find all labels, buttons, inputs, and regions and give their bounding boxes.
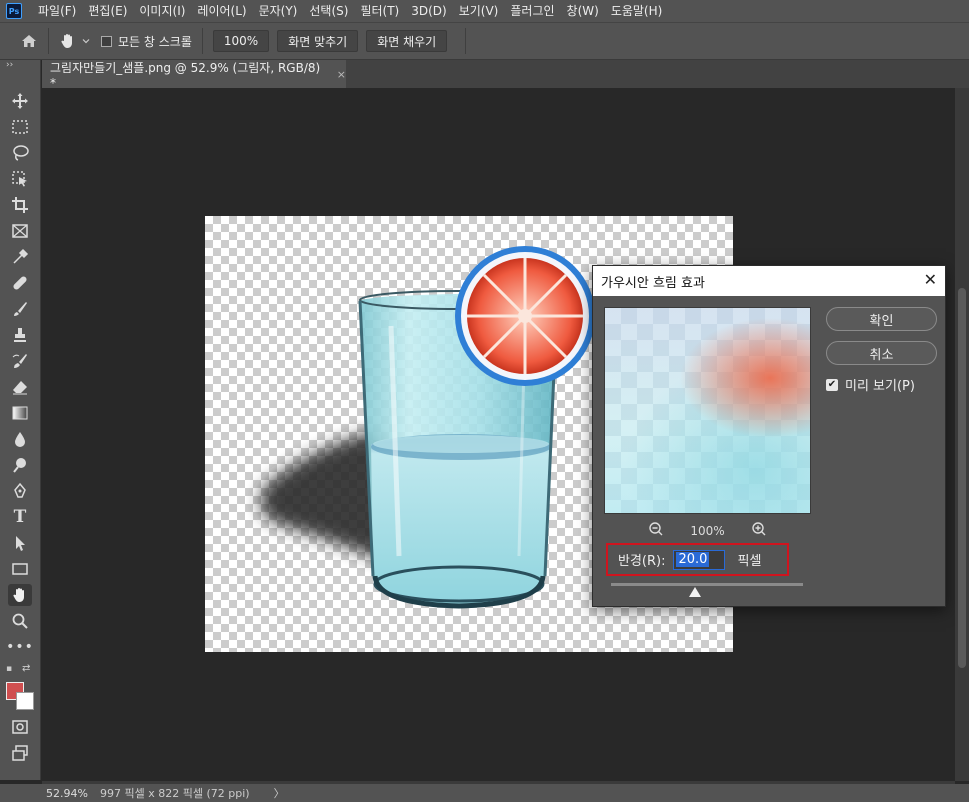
scroll-all-windows-option[interactable]: 모든 창 스크롤 xyxy=(101,33,192,50)
radius-value: 20.0 xyxy=(676,552,710,567)
menu-3d[interactable]: 3D(D) xyxy=(405,0,452,22)
zoom-100-button[interactable]: 100% xyxy=(212,30,270,52)
menu-filter[interactable]: 필터(T) xyxy=(354,0,405,22)
options-bar: 모든 창 스크롤 100% 화면 맞추기 화면 채우기 xyxy=(0,22,969,60)
crop-tool-icon[interactable] xyxy=(8,194,32,216)
divider xyxy=(465,28,467,54)
blur-tool-icon[interactable] xyxy=(8,428,32,450)
scroll-all-label: 모든 창 스크롤 xyxy=(118,34,192,49)
filter-preview[interactable] xyxy=(604,307,811,514)
preview-label: 미리 보기(P) xyxy=(845,379,915,394)
radius-unit: 픽셀 xyxy=(737,554,762,569)
status-menu-arrow[interactable]: 〉 xyxy=(274,785,285,801)
tools-panel: ›› T ••• ▪ ⇄ xyxy=(0,60,41,780)
frame-tool-icon[interactable] xyxy=(8,220,32,242)
history-brush-tool-icon[interactable] xyxy=(8,350,32,372)
home-icon[interactable] xyxy=(20,32,38,50)
clone-stamp-tool-icon[interactable] xyxy=(8,324,32,346)
lasso-tool-icon[interactable] xyxy=(8,142,32,164)
chevron-down-icon[interactable] xyxy=(81,36,91,46)
eraser-tool-icon[interactable] xyxy=(8,376,32,398)
menu-window[interactable]: 창(W) xyxy=(561,0,605,22)
zoom-out-icon[interactable] xyxy=(648,521,664,540)
menu-view[interactable]: 보기(V) xyxy=(453,0,505,22)
status-zoom[interactable]: 52.94% xyxy=(46,787,92,800)
quick-mask-icon[interactable] xyxy=(8,716,32,738)
menu-bar: Ps 파일(F) 편집(E) 이미지(I) 레이어(L) 문자(Y) 선택(S)… xyxy=(0,0,969,22)
preview-blurred-image xyxy=(605,308,810,513)
menu-type[interactable]: 문자(Y) xyxy=(253,0,304,22)
fill-screen-button[interactable]: 화면 채우기 xyxy=(366,30,448,52)
gaussian-blur-dialog: 가우시안 흐림 효과 ✕ 100% 확인 취소 ✔ 미리 보기(P) 반경(R)… xyxy=(592,265,946,607)
move-tool-icon[interactable] xyxy=(8,90,32,112)
radius-input[interactable]: 20.0 xyxy=(673,549,726,570)
document-tab-title: 그림자만들기_샘플.png @ 52.9% (그림자, RGB/8) * xyxy=(50,60,321,90)
ok-button[interactable]: 확인 xyxy=(826,307,937,331)
rectangle-tool-icon[interactable] xyxy=(8,558,32,580)
type-tool-icon[interactable]: T xyxy=(8,506,32,528)
background-color-swatch[interactable] xyxy=(16,692,34,710)
default-colors-icon[interactable]: ▪ xyxy=(6,664,12,674)
zoom-tool-icon[interactable] xyxy=(8,610,32,632)
status-document-info: 997 픽셀 x 822 픽셀 (72 ppi) xyxy=(100,787,250,800)
vertical-scroll-thumb[interactable] xyxy=(958,288,966,668)
document-tab[interactable]: 그림자만들기_샘플.png @ 52.9% (그림자, RGB/8) * × xyxy=(42,60,346,90)
gradient-tool-icon[interactable] xyxy=(8,402,32,424)
healing-brush-tool-icon[interactable] xyxy=(8,272,32,294)
brush-tool-icon[interactable] xyxy=(8,298,32,320)
menu-layer[interactable]: 레이어(L) xyxy=(191,0,252,22)
menu-help[interactable]: 도움말(H) xyxy=(605,0,669,22)
photoshop-logo: Ps xyxy=(6,3,22,19)
fit-screen-button[interactable]: 화면 맞추기 xyxy=(277,30,359,52)
path-selection-tool-icon[interactable] xyxy=(8,532,32,554)
marquee-tool-icon[interactable] xyxy=(8,116,32,138)
object-select-tool-icon[interactable] xyxy=(8,168,32,190)
dialog-title: 가우시안 흐림 효과 xyxy=(601,275,705,291)
preview-option[interactable]: ✔ 미리 보기(P) xyxy=(826,375,915,394)
menu-plugins[interactable]: 플러그인 xyxy=(504,0,560,22)
radius-label: 반경(R): xyxy=(618,554,666,569)
pen-tool-icon[interactable] xyxy=(8,480,32,502)
document-tab-bar: 그림자만들기_샘플.png @ 52.9% (그림자, RGB/8) * × xyxy=(42,60,969,90)
close-icon[interactable]: ✕ xyxy=(924,270,937,289)
more-tools-icon[interactable]: ••• xyxy=(6,636,33,658)
screen-mode-icon[interactable] xyxy=(8,742,32,764)
scroll-all-checkbox[interactable] xyxy=(101,35,112,47)
close-icon[interactable]: × xyxy=(337,68,346,81)
menu-select[interactable]: 선택(S) xyxy=(303,0,354,22)
swap-colors-icon[interactable]: ⇄ xyxy=(22,663,30,674)
eyedropper-tool-icon[interactable] xyxy=(8,246,32,268)
panel-collapse-icon[interactable]: ›› xyxy=(6,60,13,70)
menu-file[interactable]: 파일(F) xyxy=(32,0,82,22)
divider xyxy=(201,28,203,54)
preview-zoom-controls: 100% xyxy=(604,521,811,540)
dodge-tool-icon[interactable] xyxy=(8,454,32,476)
divider xyxy=(48,28,49,54)
menu-edit[interactable]: 편집(E) xyxy=(82,0,133,22)
cancel-button[interactable]: 취소 xyxy=(826,341,937,365)
preview-checkbox[interactable]: ✔ xyxy=(826,378,838,391)
zoom-in-icon[interactable] xyxy=(751,521,767,540)
radius-slider-track[interactable] xyxy=(611,583,803,586)
radius-highlight-box: 반경(R): 20.0 픽셀 xyxy=(606,543,789,576)
hand-tool-preset-icon[interactable] xyxy=(59,32,91,50)
menu-image[interactable]: 이미지(I) xyxy=(133,0,191,22)
hand-tool-icon[interactable] xyxy=(8,584,32,606)
dialog-title-bar[interactable]: 가우시안 흐림 효과 ✕ xyxy=(593,266,945,296)
radius-slider-thumb[interactable] xyxy=(689,587,702,597)
vertical-scrollbar[interactable] xyxy=(955,88,969,781)
preview-zoom-level: 100% xyxy=(690,523,725,538)
status-bar: 52.94% 997 픽셀 x 822 픽셀 (72 ppi) 〉 xyxy=(0,784,969,802)
